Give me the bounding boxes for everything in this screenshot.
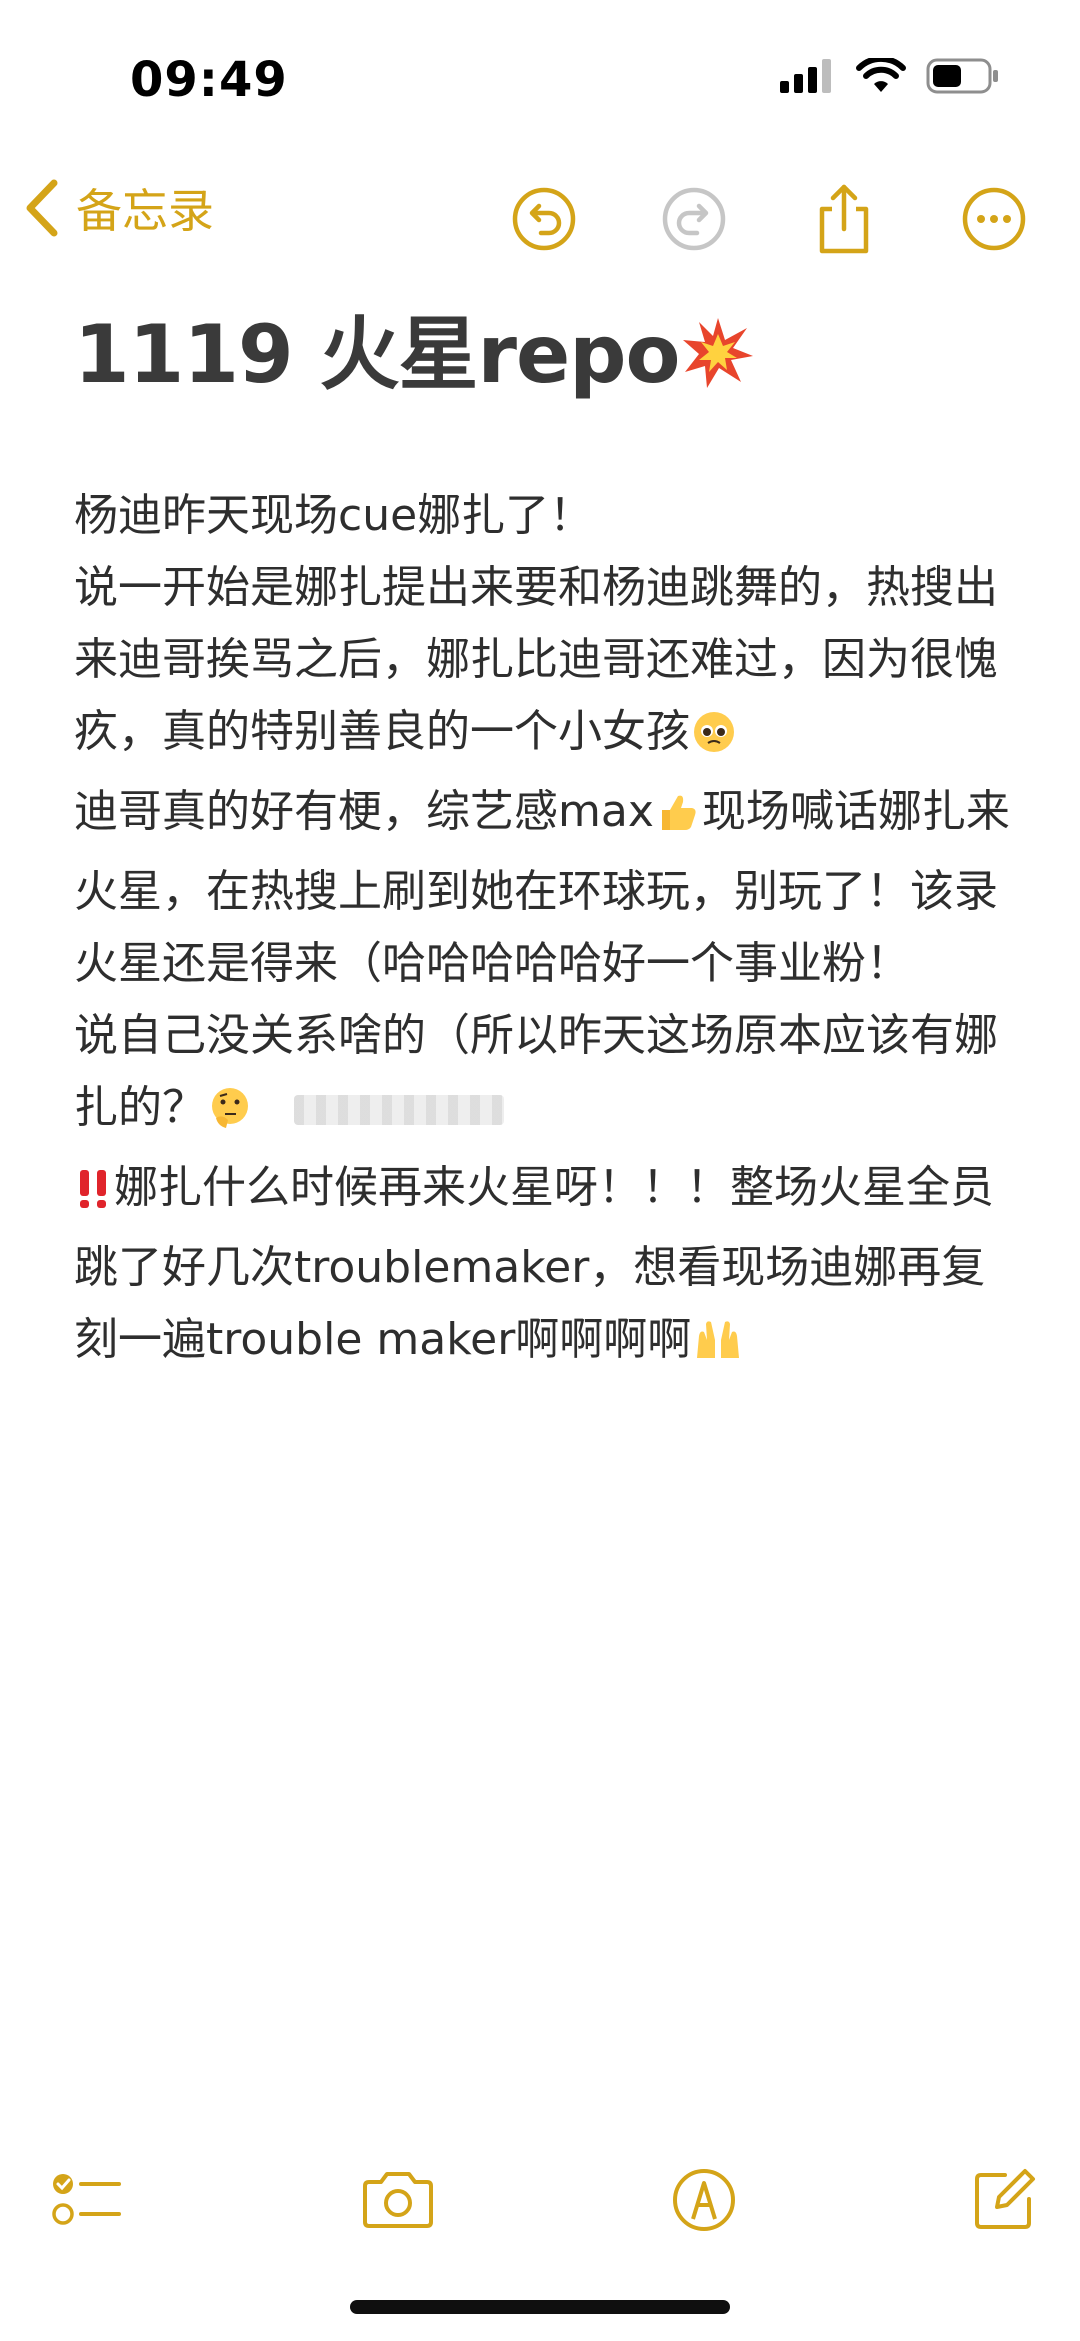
more-icon (962, 187, 1026, 251)
note-line: 娜扎什么时候再来火星呀！！！整场火星全员跳了好几次troublemaker，想看… (74, 1152, 1014, 1384)
undo-icon (512, 187, 576, 251)
pleading-face-icon (692, 704, 736, 776)
status-bar: 09:49 (0, 0, 1080, 160)
more-button[interactable] (948, 173, 1040, 265)
wifi-icon (856, 58, 906, 92)
cellular-signal-icon (780, 59, 831, 93)
share-icon (819, 184, 869, 254)
thinking-face-icon (208, 1080, 252, 1152)
bottom-toolbar (0, 2140, 1080, 2250)
note-title[interactable]: 1119 火星repo (74, 290, 757, 409)
double-exclamation-icon (76, 1160, 112, 1232)
camera-icon (363, 2172, 433, 2228)
markup-button[interactable] (664, 2160, 744, 2240)
raising-hands-icon (693, 1312, 743, 1384)
compose-icon (975, 2169, 1035, 2229)
note-line: 说自己没关系啥的（所以昨天这场原本应该有娜扎的？ (74, 1000, 1014, 1152)
checklist-icon (52, 2174, 121, 2225)
note-line: 说一开始是娜扎提出来要和杨迪跳舞的，热搜出来迪哥挨骂之后，娜扎比迪哥还难过，因为… (74, 552, 1014, 776)
redo-button[interactable] (648, 173, 740, 265)
note-line: 迪哥真的好有梗，综艺感max 现场喊话娜扎来火星，在热搜上刷到她在环球玩，别玩了！… (74, 784, 1010, 989)
compose-button[interactable] (964, 2160, 1044, 2240)
checklist-button[interactable] (46, 2160, 126, 2240)
chevron-left-icon (26, 179, 58, 237)
nav-bar: 备忘录 (0, 165, 1080, 265)
note-line: 杨迪昨天现场cue娜扎了！ (74, 490, 594, 541)
status-time: 09:49 (130, 52, 288, 108)
back-button[interactable]: 备忘录 (24, 175, 214, 241)
camera-button[interactable] (358, 2160, 438, 2240)
undo-button[interactable] (498, 173, 590, 265)
note-body[interactable]: 杨迪昨天现场cue娜扎了！ 说一开始是娜扎提出来要和杨迪跳舞的，热搜出来迪哥挨骂… (74, 480, 1014, 1384)
home-indicator[interactable] (350, 2300, 730, 2314)
back-label: 备忘录 (76, 184, 214, 238)
share-button[interactable] (798, 173, 890, 265)
note-title-text: 1119 火星repo (74, 308, 680, 401)
redo-icon (662, 187, 726, 251)
pen-tip-icon (673, 2169, 735, 2231)
status-icons (780, 58, 1000, 94)
battery-icon (926, 58, 998, 94)
redacted-watermark (294, 1095, 504, 1125)
collision-icon (681, 316, 755, 409)
thumbs-up-icon (656, 784, 700, 856)
